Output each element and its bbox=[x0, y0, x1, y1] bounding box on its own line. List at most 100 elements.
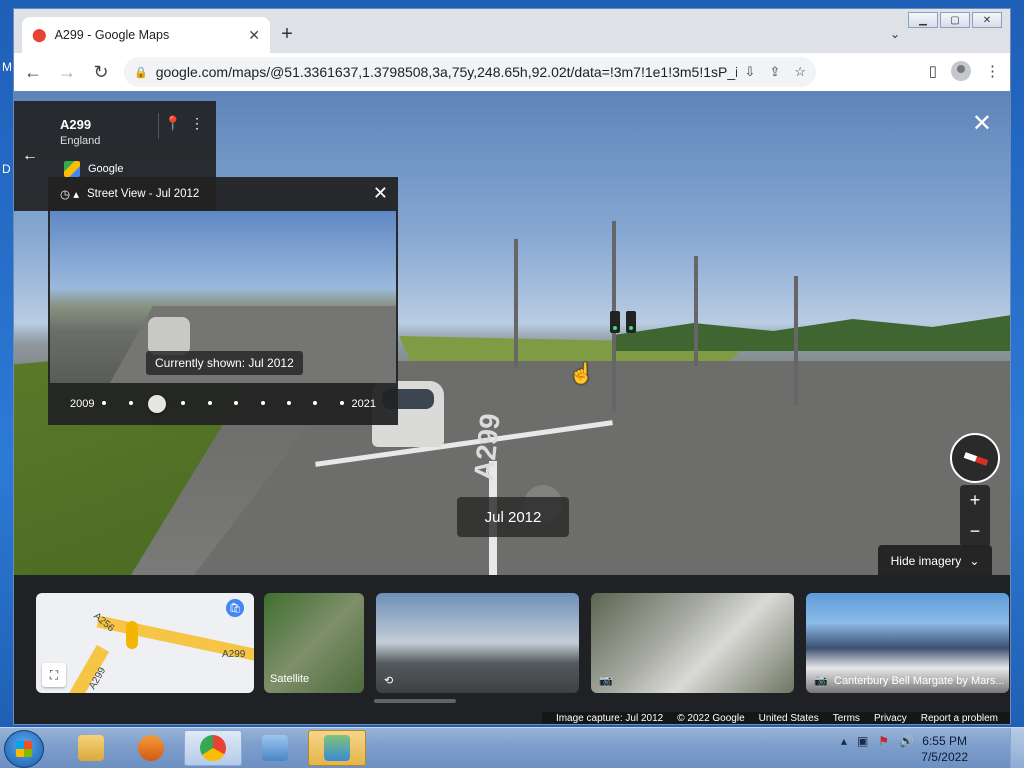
browser-window: ▁ ▢ ✕ ⬤ A299 - Google Maps ✕ + ⌄ ← → ↻ 🔒… bbox=[13, 8, 1011, 725]
url-text[interactable]: google.com/maps/@51.3361637,1.3798508,3a… bbox=[156, 64, 737, 80]
taskbar-explorer[interactable] bbox=[62, 730, 120, 766]
location-pin-icon[interactable]: 📍 bbox=[164, 115, 181, 132]
tab-title: A299 - Google Maps bbox=[54, 28, 170, 42]
zoom-out-button[interactable]: − bbox=[970, 521, 981, 542]
tray-expand-icon[interactable]: ▴ bbox=[841, 734, 847, 748]
report-problem-link[interactable]: Report a problem bbox=[921, 713, 998, 724]
bookmark-star-icon[interactable]: ☆ bbox=[794, 64, 806, 80]
country-link[interactable]: United States bbox=[759, 713, 819, 724]
time-travel-slider[interactable]: 2009 2021 bbox=[48, 383, 398, 425]
close-street-view-icon[interactable]: ✕ bbox=[972, 109, 992, 138]
volume-icon[interactable]: 🔊 bbox=[899, 734, 914, 748]
desktop-icon-label[interactable]: M bbox=[2, 60, 12, 74]
strip-scrollbar[interactable] bbox=[374, 699, 456, 703]
profile-avatar-icon[interactable] bbox=[951, 61, 971, 81]
satellite-thumbnail[interactable]: Satellite bbox=[264, 593, 364, 693]
photo-thumbnail-canterbury-bell[interactable]: 📷 Canterbury Bell Margate by Mars... bbox=[806, 593, 1009, 693]
close-tab-icon[interactable]: ✕ bbox=[248, 27, 260, 44]
clock-date: 7/5/2022 bbox=[921, 750, 968, 764]
more-options-icon[interactable]: ⋮ bbox=[190, 115, 204, 132]
aerial-photo-thumbnail[interactable]: 📷 bbox=[591, 593, 794, 693]
taskbar-app[interactable] bbox=[308, 730, 366, 766]
tab-google-maps[interactable]: ⬤ A299 - Google Maps ✕ bbox=[22, 17, 270, 53]
app-icon bbox=[324, 735, 350, 761]
photo-caption: Canterbury Bell Margate by Mars... bbox=[834, 675, 1005, 687]
control-panel-icon bbox=[262, 735, 288, 761]
slider-date-dot[interactable] bbox=[102, 401, 107, 405]
slider-date-dot[interactable] bbox=[260, 401, 265, 405]
side-panel-icon[interactable]: ▯ bbox=[929, 62, 937, 80]
camera-icon: 📷 bbox=[814, 675, 828, 687]
privacy-link[interactable]: Privacy bbox=[874, 713, 907, 724]
forward-button[interactable]: → bbox=[52, 57, 82, 87]
folder-icon bbox=[78, 735, 104, 761]
time-travel-preview-image[interactable]: Currently shown: Jul 2012 bbox=[50, 211, 396, 383]
lock-icon[interactable]: 🔒 bbox=[134, 66, 148, 79]
taskbar-chrome[interactable] bbox=[184, 730, 242, 766]
image-capture-date: Image capture: Jul 2012 bbox=[555, 713, 664, 724]
desktop-icon-label[interactable]: D bbox=[2, 162, 11, 176]
time-travel-title: Street View - Jul 2012 bbox=[87, 188, 200, 200]
slider-date-dot[interactable] bbox=[181, 401, 186, 405]
new-tab-button[interactable]: + bbox=[276, 23, 298, 46]
taskbar: ▴ ▣ ⚑ 🔊 6:55 PM 7/5/2022 bbox=[0, 727, 1024, 768]
hide-imagery-label: Hide imagery bbox=[890, 554, 962, 568]
maps-footer: Image capture: Jul 2012 © 2022 Google Un… bbox=[541, 712, 1010, 724]
share-icon[interactable]: ⇪ bbox=[769, 64, 780, 80]
camera-icon: 📷 bbox=[599, 675, 613, 687]
zoom-control: + − bbox=[960, 485, 990, 547]
360-icon: ⟲ bbox=[384, 675, 394, 687]
slider-knob[interactable] bbox=[148, 395, 167, 413]
maps-content: A299 ☝ ← A299 England 📍 ⋮ Google ◷ ▴ Str… bbox=[14, 91, 1010, 724]
slider-date-dot[interactable] bbox=[313, 401, 318, 405]
address-bar[interactable]: 🔒 google.com/maps/@51.3361637,1.3798508,… bbox=[124, 57, 816, 87]
imagery-strip: A256 A299 A299 🛍 ⛶ Satellite ⟲ 📷 📷 Cante… bbox=[14, 575, 1010, 724]
shopping-bag-icon: 🛍 bbox=[226, 599, 244, 617]
copyright-text: © 2022 Google bbox=[677, 713, 745, 724]
slider-track[interactable] bbox=[102, 395, 344, 413]
place-region: England bbox=[60, 135, 101, 147]
browser-menu-icon[interactable]: ⋮ bbox=[985, 62, 1000, 80]
street-view-panorama[interactable]: A299 ☝ ← A299 England 📍 ⋮ Google ◷ ▴ Str… bbox=[14, 91, 1010, 575]
double-chevron-down-icon: ⌄ bbox=[969, 554, 980, 568]
slider-date-dot[interactable] bbox=[339, 401, 344, 405]
action-center-icon[interactable]: ⚑ bbox=[878, 734, 889, 748]
slider-date-dot[interactable] bbox=[128, 401, 133, 405]
back-button[interactable]: ← bbox=[18, 57, 48, 87]
slider-date-dot[interactable] bbox=[234, 401, 239, 405]
tab-strip: ⬤ A299 - Google Maps ✕ + ⌄ bbox=[14, 9, 1010, 53]
expand-map-icon[interactable]: ⛶ bbox=[42, 663, 66, 687]
close-time-travel-icon[interactable]: ✕ bbox=[373, 183, 388, 204]
clock[interactable]: 6:55 PM 7/5/2022 bbox=[921, 733, 968, 765]
show-desktop-button[interactable] bbox=[1010, 728, 1024, 768]
taskbar-control-panel[interactable] bbox=[246, 730, 304, 766]
time-travel-panel: ◷ ▴ Street View - Jul 2012 ✕ Currently s… bbox=[48, 177, 398, 425]
chrome-icon bbox=[200, 735, 226, 761]
compass-icon[interactable] bbox=[950, 433, 1000, 483]
terms-link[interactable]: Terms bbox=[833, 713, 860, 724]
media-player-icon bbox=[138, 735, 164, 761]
back-arrow-icon[interactable]: ← bbox=[14, 101, 46, 211]
hide-imagery-button[interactable]: Hide imagery ⌄ bbox=[878, 545, 992, 575]
currently-shown-badge: Currently shown: Jul 2012 bbox=[146, 351, 303, 375]
tab-search-icon[interactable]: ⌄ bbox=[890, 27, 900, 41]
google-maps-logo-icon bbox=[64, 161, 80, 177]
taskbar-media-player[interactable] bbox=[122, 730, 180, 766]
minimap-thumbnail[interactable]: A256 A299 A299 🛍 ⛶ bbox=[36, 593, 254, 693]
history-icon[interactable]: ◷ ▴ bbox=[60, 187, 79, 201]
streetview-thumbnail[interactable]: ⟲ bbox=[376, 593, 579, 693]
slider-start-year: 2009 bbox=[70, 398, 95, 410]
satellite-label: Satellite bbox=[270, 673, 310, 685]
start-button[interactable] bbox=[4, 730, 44, 768]
browser-toolbar: ← → ↻ 🔒 google.com/maps/@51.3361637,1.37… bbox=[14, 53, 1010, 91]
network-icon[interactable]: ▣ bbox=[857, 734, 868, 748]
provider-name: Google bbox=[88, 163, 124, 175]
slider-date-dot[interactable] bbox=[207, 401, 212, 405]
google-maps-credit[interactable]: Google bbox=[64, 161, 123, 177]
reload-button[interactable]: ↻ bbox=[86, 57, 116, 87]
pegman-icon bbox=[126, 621, 138, 649]
install-app-icon[interactable]: ⇩ bbox=[745, 64, 756, 80]
slider-date-dot[interactable] bbox=[286, 401, 291, 405]
zoom-in-button[interactable]: + bbox=[970, 490, 981, 511]
hand-cursor-icon: ☝ bbox=[569, 363, 594, 385]
